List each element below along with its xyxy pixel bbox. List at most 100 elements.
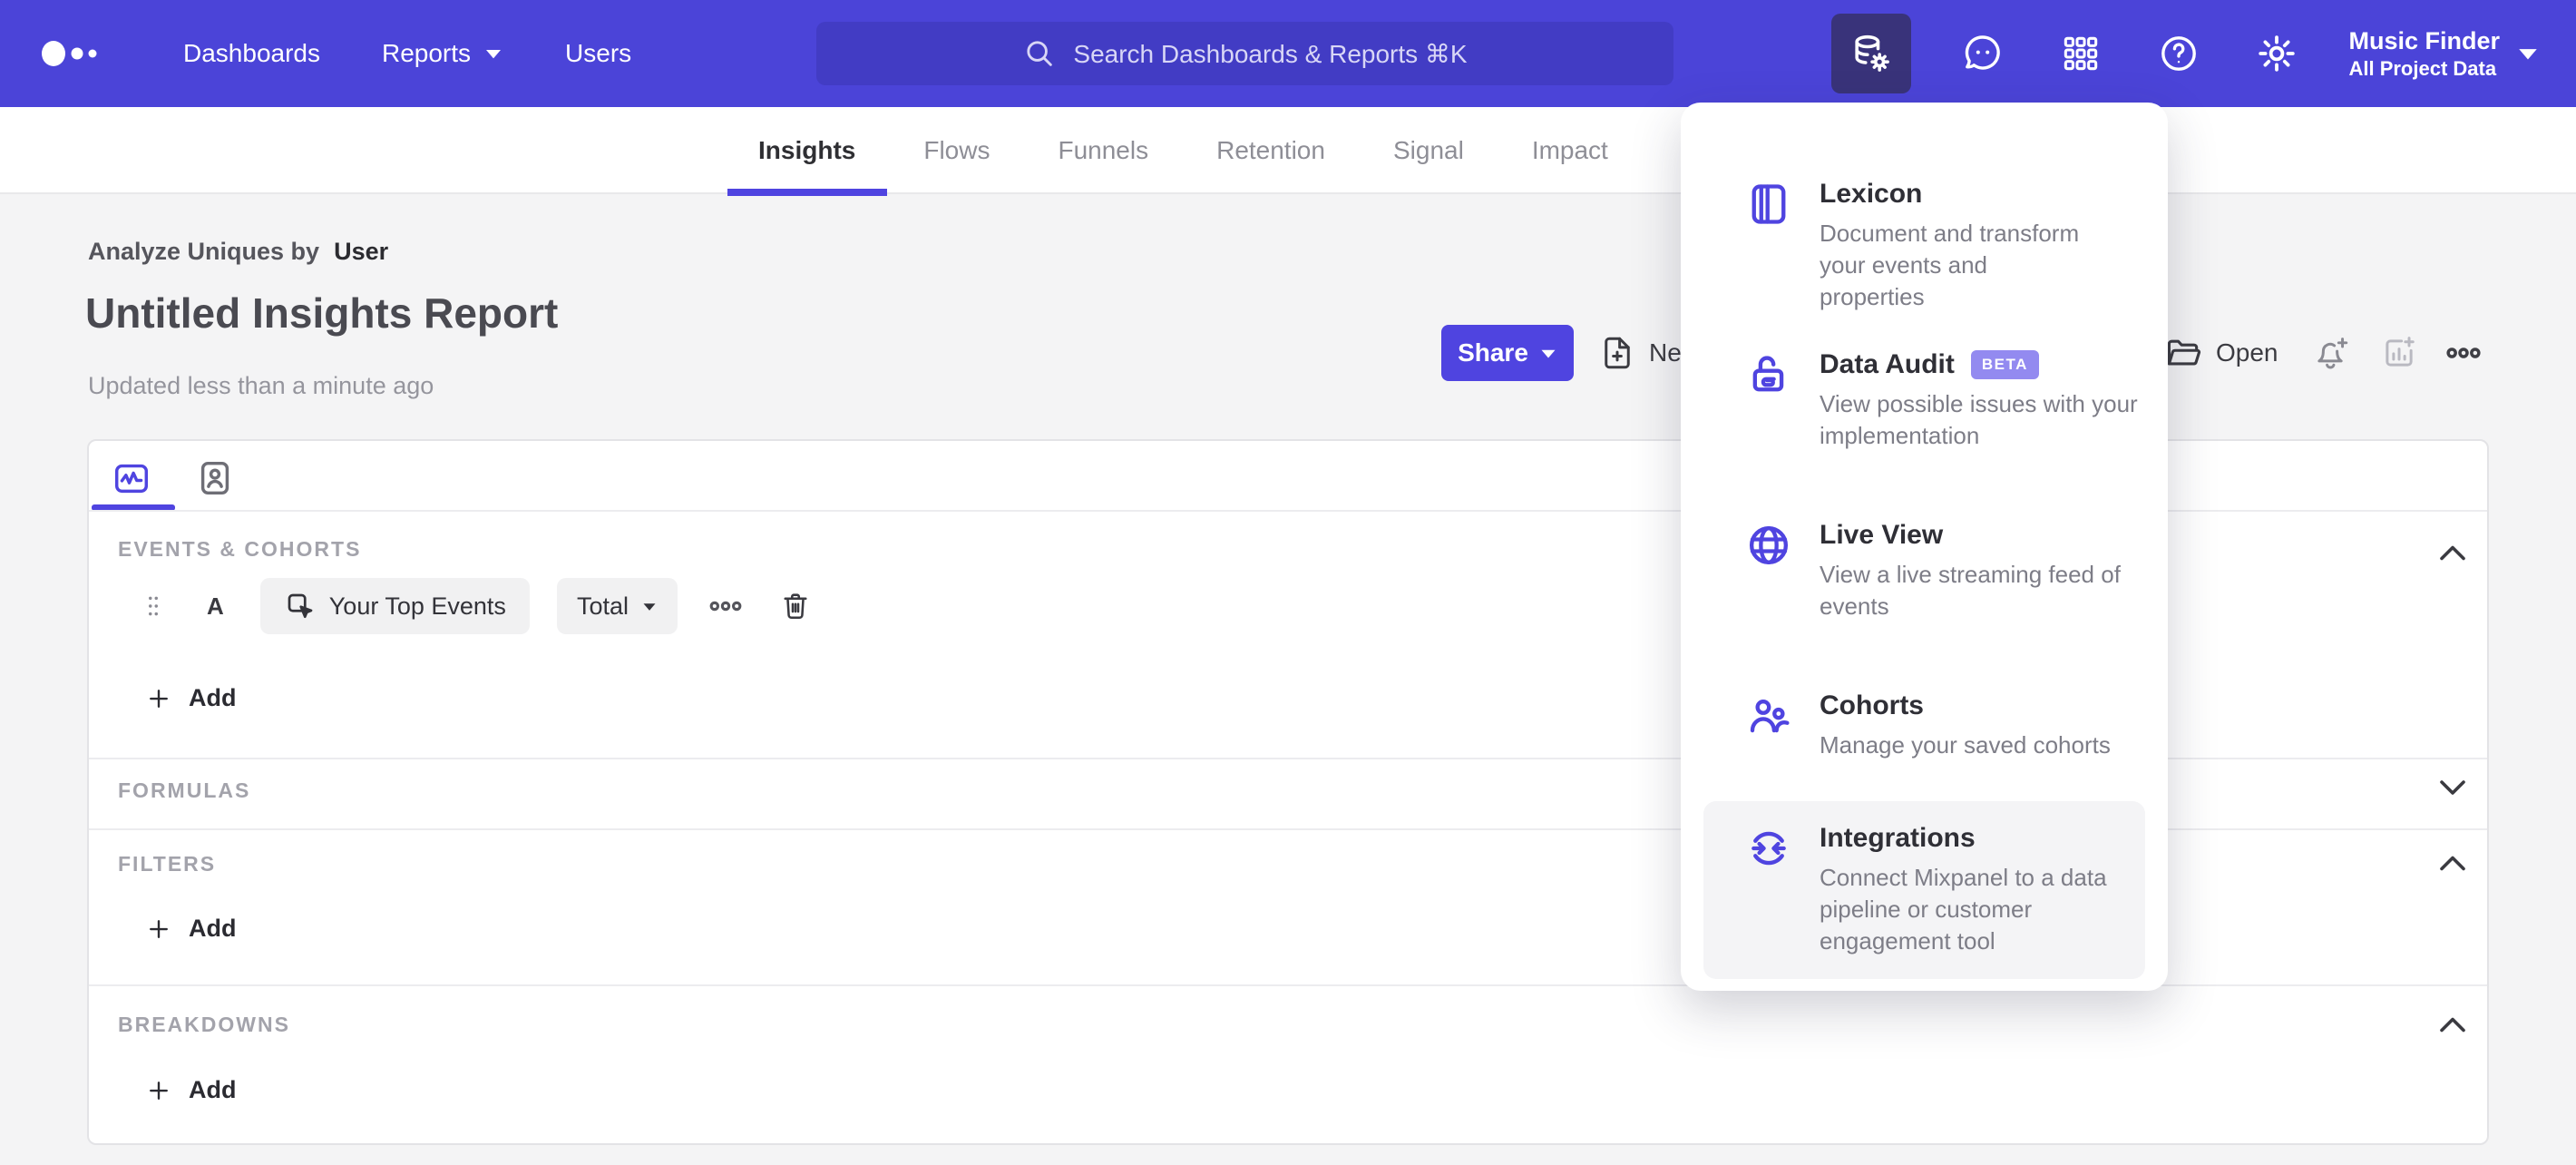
caret-down-icon <box>1541 349 1556 357</box>
create-alert-button[interactable] <box>2313 327 2351 379</box>
tab-flows[interactable]: Flows <box>923 107 990 194</box>
collapse-events-chevron[interactable] <box>2436 539 2469 564</box>
add-label: Add <box>189 684 237 711</box>
metrics-view-tab[interactable] <box>111 457 152 499</box>
menu-item-desc: View possible issues with your implement… <box>1820 390 2138 449</box>
event-row: A Your Top Events Total <box>132 577 812 635</box>
event-row-more-button[interactable] <box>708 589 743 623</box>
folder-open-icon <box>2167 339 2201 366</box>
events-cohorts-label: EVENTS & COHORTS <box>118 537 362 561</box>
nav-item-users[interactable]: Users <box>565 39 631 68</box>
drag-handle[interactable] <box>141 591 165 622</box>
add-label: Add <box>189 915 237 942</box>
open-label: Open <box>2216 338 2278 367</box>
event-selector-button[interactable]: Your Top Events <box>259 578 530 634</box>
project-switcher[interactable]: Music Finder All Project Data <box>2348 25 2540 82</box>
settings-button[interactable] <box>2250 27 2303 80</box>
nav-item-dashboards[interactable]: Dashboards <box>183 39 320 68</box>
tab-impact[interactable]: Impact <box>1532 107 1608 194</box>
chart-pulse-icon <box>114 464 149 494</box>
help-button[interactable] <box>2152 27 2205 80</box>
add-breakdown-button[interactable]: Add <box>145 1076 236 1104</box>
analyze-value-dropdown[interactable]: User <box>334 238 388 266</box>
collapse-breakdowns-chevron[interactable] <box>2436 1011 2469 1036</box>
add-event-button[interactable]: Add <box>145 684 236 712</box>
menu-item-data-audit[interactable]: Data Audit BETA View possible issues wit… <box>1703 328 2145 474</box>
document-plus-icon <box>1605 337 1630 369</box>
more-actions-button[interactable] <box>2445 327 2482 379</box>
tab-funnels[interactable]: Funnels <box>1058 107 1148 194</box>
report-title[interactable]: Untitled Insights Report <box>85 289 558 338</box>
report-tabs: Insights Flows Funnels Retention Signal … <box>758 107 1608 194</box>
tab-signal[interactable]: Signal <box>1393 107 1464 194</box>
menu-item-desc: Manage your saved cohorts <box>1820 731 2111 759</box>
add-label: Add <box>189 1076 237 1103</box>
search-placeholder: Search Dashboards & Reports ⌘K <box>1073 39 1468 68</box>
event-name: Your Top Events <box>328 592 506 620</box>
person-card-icon <box>200 461 229 495</box>
tab-retention[interactable]: Retention <box>1216 107 1325 194</box>
bell-plus-icon <box>2317 338 2348 369</box>
grid-icon <box>2064 36 2098 71</box>
share-button[interactable]: Share <box>1441 325 1574 381</box>
report-tabbar: Insights Flows Funnels Retention Signal … <box>0 107 2576 194</box>
search-input[interactable]: Search Dashboards & Reports ⌘K <box>816 22 1673 85</box>
expand-formulas-chevron[interactable] <box>2436 775 2469 800</box>
nav-item-reports[interactable]: Reports <box>382 39 503 68</box>
project-name: Music Finder <box>2348 27 2500 54</box>
analyze-row: Analyze Uniques by User <box>88 238 388 266</box>
plus-icon <box>150 919 168 938</box>
menu-item-cohorts[interactable]: Cohorts Manage your saved cohorts <box>1703 669 2145 783</box>
open-report-button[interactable]: Open <box>2163 327 2278 379</box>
book-icon <box>1745 181 1792 228</box>
gear-icon <box>2259 35 2296 72</box>
nav-right-cluster: Music Finder All Project Data <box>1831 0 2540 107</box>
caret-down-icon <box>2516 44 2540 63</box>
chat-bubble-icon <box>1966 35 2001 70</box>
tab-insights[interactable]: Insights <box>758 107 855 194</box>
add-to-dashboard-button[interactable] <box>2380 327 2418 379</box>
ellipsis-icon <box>709 601 742 612</box>
menu-item-desc: Connect Mixpanel to a data pipeline or c… <box>1820 864 2107 955</box>
menu-item-live-view[interactable]: Live View View a live streaming feed of … <box>1703 498 2145 644</box>
people-icon <box>1745 692 1792 739</box>
chart-plus-icon <box>2386 337 2415 367</box>
data-management-button[interactable] <box>1831 14 1912 93</box>
menu-item-lexicon[interactable]: Lexicon Document and transform your even… <box>1703 157 2145 335</box>
project-labels: Music Finder All Project Data <box>2348 25 2500 82</box>
share-label: Share <box>1458 338 1528 367</box>
top-nav: Dashboards Reports Users Search Dashboar… <box>0 0 2576 107</box>
menu-item-title: Lexicon <box>1820 179 1923 209</box>
formulas-label: FORMULAS <box>118 778 251 802</box>
delete-event-button[interactable] <box>779 590 812 622</box>
search-icon <box>1022 36 1057 71</box>
mixpanel-logo-icon[interactable] <box>40 38 122 69</box>
feedback-button[interactable] <box>1956 27 2009 80</box>
menu-item-desc: Document and transform your events and p… <box>1820 220 2080 310</box>
menu-item-integrations[interactable]: Integrations Connect Mixpanel to a data … <box>1703 801 2145 979</box>
mixpanel-app: Dashboards Reports Users Search Dashboar… <box>0 0 2576 1165</box>
menu-item-desc: View a live streaming feed of events <box>1820 561 2121 620</box>
database-gear-icon <box>1855 34 1890 72</box>
collapse-filters-chevron[interactable] <box>2436 849 2469 875</box>
beta-badge: BETA <box>1970 350 2039 379</box>
chevron-up-icon <box>2440 545 2465 561</box>
breakdowns-label: BREAKDOWNS <box>118 1013 290 1036</box>
menu-item-title: Live View <box>1820 520 1944 550</box>
trash-icon <box>784 593 807 620</box>
nav-links: Dashboards Reports Users <box>183 39 631 68</box>
chevron-up-icon <box>2440 1017 2465 1033</box>
sync-arrows-icon <box>1745 825 1792 872</box>
aggregation-dropdown[interactable]: Total <box>556 578 678 634</box>
menu-item-title: Cohorts <box>1820 690 1924 720</box>
aggregation-value: Total <box>576 592 629 620</box>
project-scope: All Project Data <box>2348 57 2497 80</box>
menu-item-title: Integrations <box>1820 823 1976 853</box>
plus-icon <box>150 689 168 708</box>
menu-item-title: Data Audit <box>1820 349 1955 379</box>
apps-grid-button[interactable] <box>2054 27 2107 80</box>
profiles-view-tab[interactable] <box>194 457 236 499</box>
series-letter: A <box>207 592 224 620</box>
drag-dots-icon <box>149 596 158 616</box>
add-filter-button[interactable]: Add <box>145 915 236 943</box>
